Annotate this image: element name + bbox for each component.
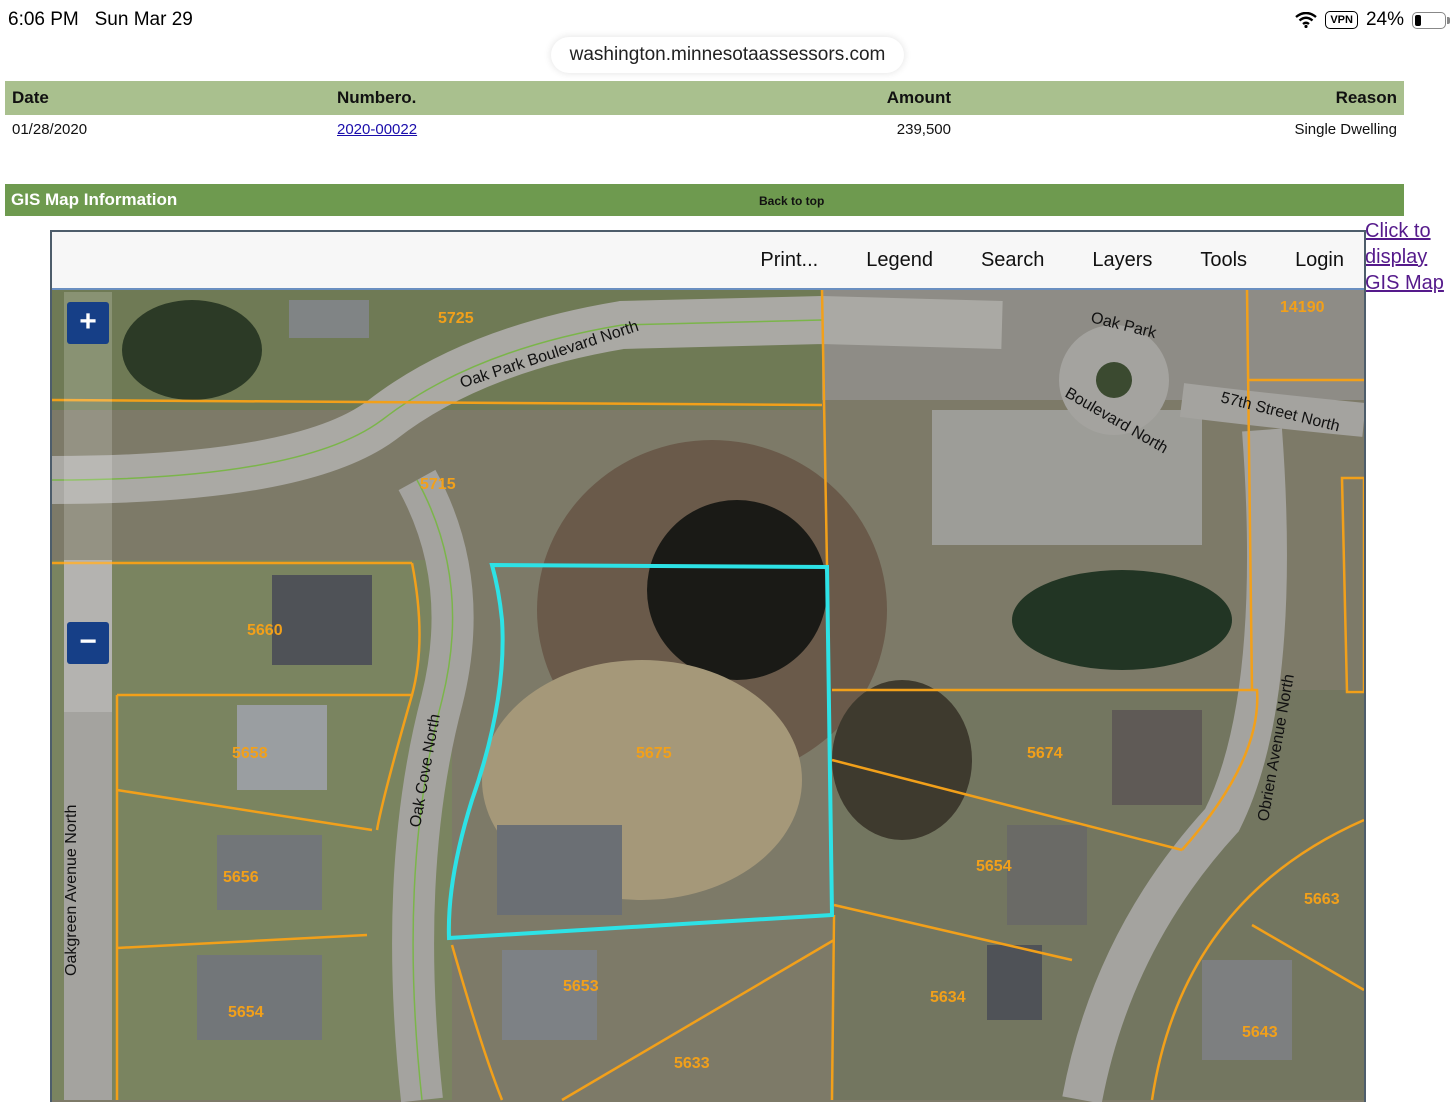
vpn-badge: VPN: [1325, 11, 1358, 29]
login-button[interactable]: Login: [1295, 249, 1344, 272]
permit-number-link[interactable]: 2020-00022: [337, 121, 417, 138]
parcel-label: 14190: [1280, 299, 1325, 316]
map-toolbar: Print... Legend Search Layers Tools Logi…: [52, 232, 1364, 290]
permit-date: 01/28/2020: [12, 121, 88, 138]
col-date: Date: [12, 88, 49, 107]
legend-button[interactable]: Legend: [866, 249, 933, 272]
parcel-label: 5675: [636, 745, 672, 762]
status-indicators: VPN 24%: [1295, 9, 1450, 31]
parcel-label: 5654: [976, 858, 1012, 875]
wifi-icon: [1295, 12, 1318, 28]
col-amount: Amount: [886, 88, 951, 107]
permit-amount: 239,500: [896, 121, 951, 138]
parcel-label: 5663: [1304, 891, 1340, 908]
gis-title: GIS Map Information: [11, 190, 178, 209]
parcel-label: 5715: [420, 476, 456, 493]
parcel-label: 5643: [1242, 1024, 1278, 1041]
parcel-label: 5633: [674, 1055, 710, 1072]
status-bar: 6:06 PM Sun Mar 29 VPN 24%: [0, 0, 1456, 40]
aerial-map[interactable]: 5725 5715 14190 5660 5658 5675 5674 5656…: [52, 290, 1364, 1102]
layers-button[interactable]: Layers: [1092, 249, 1152, 272]
col-number: Numbero.: [337, 88, 417, 107]
battery-percent: 24%: [1365, 9, 1404, 30]
parcel-label: 5653: [563, 978, 599, 995]
permit-reason: Single Dwelling: [1294, 121, 1397, 138]
col-reason: Reason: [1335, 88, 1397, 107]
parcel-label: 5674: [1027, 745, 1063, 762]
battery-icon: [1412, 11, 1450, 29]
zoom-out-button[interactable]: −: [67, 622, 109, 664]
parcel-label: 5660: [247, 622, 283, 639]
zoom-in-button[interactable]: +: [67, 302, 109, 344]
gis-map: Print... Legend Search Layers Tools Logi…: [50, 230, 1366, 1102]
parcel-label: 5654: [228, 1004, 264, 1021]
permits-header-row: Date Numbero. Amount Reason: [5, 81, 1404, 115]
url-bar[interactable]: washington.minnesotaassessors.com: [551, 37, 904, 73]
parcel-label: 5725: [438, 310, 474, 327]
parcel-label: 5634: [930, 989, 966, 1006]
table-row: 01/28/2020 2020-00022 239,500 Single Dwe…: [5, 115, 1404, 145]
gis-section-header: GIS Map Information Back to top: [5, 184, 1404, 216]
tools-button[interactable]: Tools: [1200, 249, 1247, 272]
street-label: Oakgreen Avenue North: [63, 805, 80, 976]
parcel-label: 5658: [232, 745, 268, 762]
display-gis-map-link[interactable]: Click to display GIS Map: [1365, 218, 1455, 296]
print-button[interactable]: Print...: [760, 249, 818, 272]
back-to-top-link[interactable]: Back to top: [759, 184, 824, 218]
parcel-label: 5656: [223, 869, 259, 886]
status-time: 6:06 PM Sun Mar 29: [8, 9, 193, 30]
search-button[interactable]: Search: [981, 249, 1044, 272]
